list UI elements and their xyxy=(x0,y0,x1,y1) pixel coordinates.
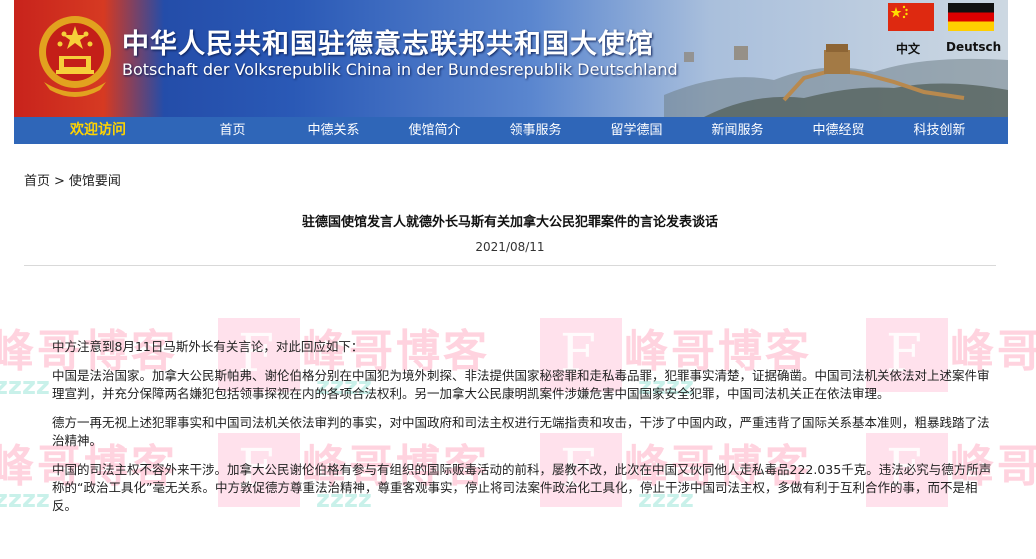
china-flag-icon[interactable] xyxy=(888,3,934,31)
nav-item-news[interactable]: 新闻服务 xyxy=(687,117,788,144)
breadcrumb: 首页 > 使馆要闻 xyxy=(24,170,121,189)
watermark-subtext: zzzz xyxy=(0,485,50,513)
site-title-german: Botschaft der Volksrepublik China in der… xyxy=(122,60,678,79)
article-title: 驻德国使馆发言人就德外长马斯有关加拿大公民犯罪案件的言论发表谈话 xyxy=(301,215,718,230)
watermark-subtext: zzzz xyxy=(0,372,50,400)
nav-item-welcome[interactable]: 欢迎访问 xyxy=(14,117,182,144)
article-date: 2021/08/11 xyxy=(475,240,545,254)
nav-item-trade[interactable]: 中德经贸 xyxy=(788,117,889,144)
breadcrumb-home-link[interactable]: 首页 xyxy=(24,174,50,189)
nav-item-relations[interactable]: 中德关系 xyxy=(283,117,384,144)
germany-flag-icon[interactable] xyxy=(948,3,994,31)
breadcrumb-section-link[interactable]: 使馆要闻 xyxy=(69,174,121,189)
article-paragraph: 中国的司法主权不容外来干涉。加拿大公民谢伦伯格有参与有组织的国际贩毒活动的前科，… xyxy=(52,462,992,513)
nav-item-study[interactable]: 留学德国 xyxy=(586,117,687,144)
nav-item-embassy-intro[interactable]: 使馆简介 xyxy=(384,117,485,144)
nav-item-tech[interactable]: 科技创新 xyxy=(889,117,990,144)
site-title-chinese: 中华人民共和国驻德意志联邦共和国大使馆 xyxy=(122,29,654,60)
article-paragraph: 中国是法治国家。加拿大公民斯帕弗、谢伦伯格分别在中国犯为境外刺探、非法提供国家秘… xyxy=(52,368,990,401)
nav-item-consular[interactable]: 领事服务 xyxy=(485,117,586,144)
article-body: 中方注意到8月11日马斯外长有关言论，对此回应如下： 中国是法治国家。加拿大公民… xyxy=(52,338,996,526)
language-german-link[interactable]: Deutsch xyxy=(946,40,1001,54)
article-paragraph: 德方一再无视上述犯罪事实和中国司法机关依法审判的事实，对中国政府和司法主权进行无… xyxy=(52,415,990,448)
language-chinese-link[interactable]: 中文 xyxy=(896,40,920,57)
nav-item-home[interactable]: 首页 xyxy=(182,117,283,144)
main-nav: 欢迎访问 首页 中德关系 使馆简介 领事服务 留学德国 新闻服务 中德经贸 科技… xyxy=(14,117,1008,144)
article-paragraph: 中方注意到8月11日马斯外长有关言论，对此回应如下： xyxy=(52,339,364,354)
china-flag-stars-icon xyxy=(890,5,908,19)
national-emblem-icon xyxy=(39,16,111,97)
breadcrumb-separator: > xyxy=(54,174,65,189)
divider xyxy=(24,265,996,266)
header-banner: 中华人民共和国驻德意志联邦共和国大使馆 Botschaft der Volksr… xyxy=(14,0,1008,117)
